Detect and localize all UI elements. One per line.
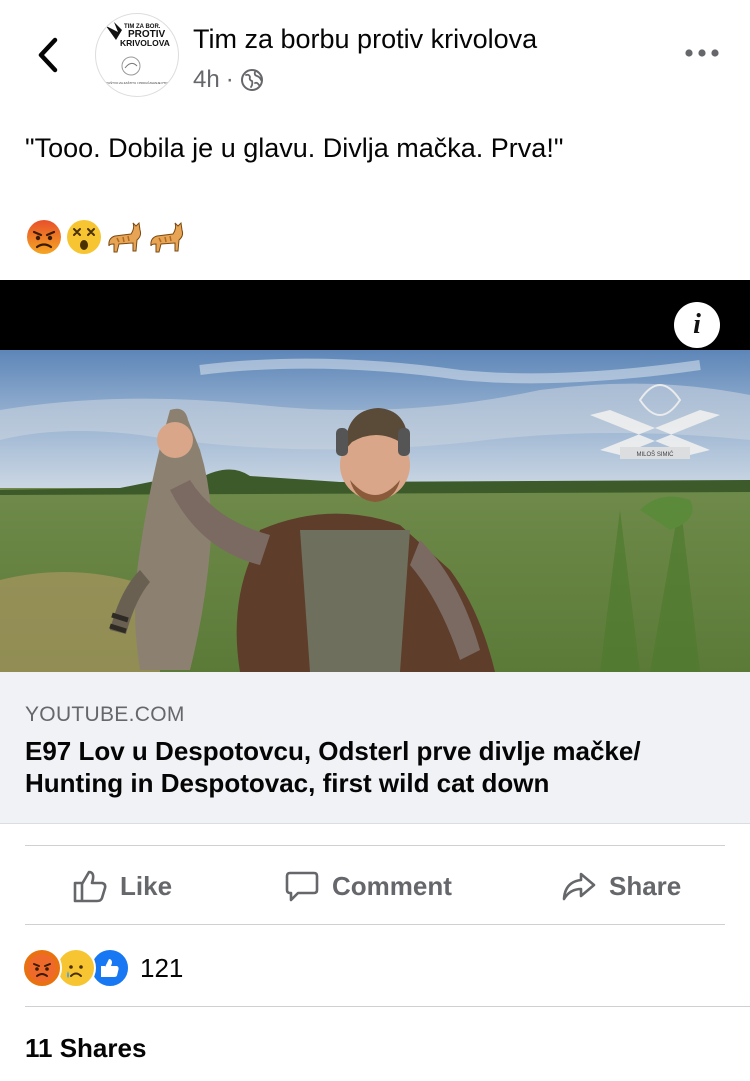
post-emoji-row <box>25 218 187 256</box>
svg-text:MILOŠ SIMIĆ: MILOŠ SIMIĆ <box>636 451 674 458</box>
divider <box>25 1006 750 1007</box>
more-icon <box>685 49 719 57</box>
back-button[interactable] <box>26 30 70 80</box>
sad-reaction-icon <box>56 948 96 988</box>
info-button[interactable]: i <box>674 302 720 348</box>
page-name[interactable]: Tim za borbu protiv krivolova <box>193 24 537 55</box>
like-label: Like <box>120 870 173 901</box>
page-avatar[interactable]: TIM ZA BOR. PROTIV KRIVOLOVA DRUŠTVO ZA … <box>95 13 179 97</box>
svg-text:KRIVOLOVA: KRIVOLOVA <box>120 38 170 48</box>
shares-count[interactable]: 11 Shares <box>25 1033 146 1064</box>
svg-text:DRUŠTVO ZA ZAŠTITU I PROUČAVAN: DRUŠTVO ZA ZAŠTITU I PROUČAVANJE PTICA <box>104 80 171 85</box>
like-button[interactable]: Like <box>72 862 172 910</box>
angry-reaction-icon <box>22 948 62 988</box>
info-icon: i <box>693 309 701 340</box>
link-domain: YOUTUBE.COM <box>25 703 185 726</box>
reaction-count: 121 <box>140 952 184 983</box>
page-logo-icon: TIM ZA BOR. PROTIV KRIVOLOVA DRUŠTVO ZA … <box>104 22 171 85</box>
dizzy-face-emoji-icon <box>67 220 101 254</box>
cat-emoji-icon <box>150 221 184 253</box>
video-letterbox <box>0 280 750 350</box>
reactions-summary[interactable]: 121 <box>22 948 183 988</box>
comment-button[interactable]: Comment <box>284 862 452 910</box>
cat-emoji-icon <box>108 221 142 253</box>
share-arrow-icon <box>562 872 596 901</box>
angry-face-emoji-icon <box>27 220 61 254</box>
comment-label: Comment <box>332 870 452 901</box>
share-label: Share <box>609 870 682 901</box>
more-options-button[interactable] <box>680 36 724 70</box>
chevron-left-icon <box>38 37 58 73</box>
divider <box>25 924 725 925</box>
globe-icon <box>240 69 263 91</box>
comment-icon <box>285 871 319 902</box>
link-title[interactable]: E97 Lov u Despotovcu, Odsterl prve divlj… <box>25 735 725 799</box>
post-text: "Tooo. Dobila je u glavu. Divlja mačka. … <box>25 133 564 163</box>
thumbs-up-icon <box>73 870 107 903</box>
post-meta: 4h · <box>193 66 264 94</box>
link-thumbnail[interactable]: MILOŠ SIMIĆ <box>0 350 750 672</box>
hunting-photo: MILOŠ SIMIĆ <box>0 350 750 672</box>
like-reaction-icon <box>90 948 130 988</box>
divider <box>25 845 725 846</box>
meta-separator: · <box>225 66 234 93</box>
post-time[interactable]: 4h <box>193 66 220 94</box>
share-button[interactable]: Share <box>561 862 681 910</box>
